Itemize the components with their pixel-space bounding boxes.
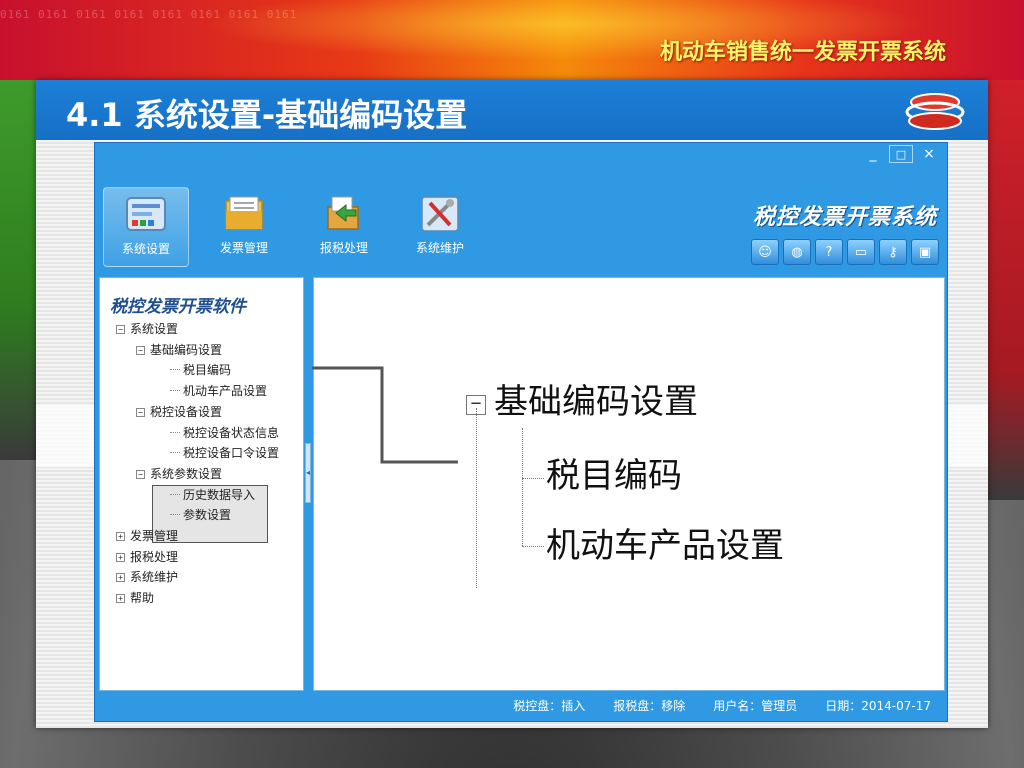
expand-icon[interactable]: + [116, 594, 125, 604]
callout-connector [312, 366, 458, 464]
settings-panel-icon [126, 197, 166, 231]
status-tax-disk: 税控盘：插入 [513, 698, 586, 713]
company-logo-icon [905, 93, 965, 130]
tree-node[interactable]: 历史数据导入 [170, 487, 255, 503]
zoom-child-node: 税目编码 [546, 456, 682, 496]
tree-node[interactable]: + 系统维护 [116, 569, 178, 585]
tree-connector [170, 493, 180, 495]
tree-node-label: 税控设备口令设置 [183, 446, 280, 461]
window-icon[interactable]: ▭ [847, 239, 875, 265]
tax-report-icon [327, 196, 359, 230]
tree-node[interactable]: 参数设置 [170, 507, 231, 523]
tree-node[interactable]: 税控设备状态信息 [170, 425, 279, 441]
sidebar-title: 税控发票开票软件 [110, 297, 246, 317]
status-report-disk: 报税盘：移除 [613, 698, 686, 713]
toolbar-invoice-management[interactable]: 发票管理 [201, 187, 287, 267]
lock-icon[interactable]: ▣ [911, 239, 939, 265]
tree-node-label: 机动车产品设置 [183, 384, 268, 399]
tree-node-label: 系统设置 [130, 322, 179, 336]
zoom-tree-line [522, 428, 523, 546]
right-accent-bar [988, 80, 1024, 500]
brand-title: 税控发票开票系统 [752, 205, 937, 230]
tree-node-label: 系统维护 [130, 570, 179, 585]
tree-node[interactable]: − 系统设置 [116, 321, 178, 337]
window-controls: _ □ × [861, 145, 941, 163]
expand-icon[interactable]: + [116, 573, 125, 583]
toolbar-tax-reporting[interactable]: 报税处理 [301, 187, 387, 267]
key-icon[interactable]: ⚷ [879, 239, 907, 265]
tree-node[interactable]: 税目编码 [170, 362, 231, 378]
collapse-icon[interactable]: − [116, 325, 125, 334]
tree-node[interactable]: − 系统参数设置 [136, 466, 222, 482]
toolbar-label: 系统设置 [121, 242, 170, 256]
tree-connector [170, 431, 180, 433]
maximize-button[interactable]: □ [889, 145, 913, 163]
tree-connector [170, 369, 180, 371]
expand-icon[interactable]: + [116, 532, 125, 541]
minimize-button[interactable]: _ [861, 145, 885, 163]
tools-icon [421, 196, 459, 232]
toolbar-system-settings[interactable]: 系统设置 [103, 187, 189, 267]
tree-node[interactable]: 机动车产品设置 [170, 383, 267, 399]
zoom-tree-line [522, 546, 544, 547]
status-user: 用户名：管理员 [713, 698, 798, 713]
tree-node-label: 发票管理 [130, 529, 179, 543]
zoomed-tree-callout: − 基础编码设置 税目编码 机动车产品设置 [460, 376, 784, 588]
status-date: 日期：2014-07-17 [825, 698, 931, 713]
tree-node-label: 参数设置 [183, 508, 232, 523]
collapse-icon[interactable]: − [136, 469, 145, 479]
slide-heading: 4.1 系统设置-基础编码设置 [66, 96, 468, 134]
expand-icon[interactable]: + [116, 552, 125, 562]
quick-icon-bar: ☺ ◍ ? ▭ ⚷ ▣ [751, 239, 939, 265]
toolbar-label: 系统维护 [415, 241, 464, 255]
collapse-icon[interactable]: − [136, 345, 145, 355]
zoom-root-node: − 基础编码设置 [466, 382, 698, 422]
zoom-root-label: 基础编码设置 [494, 382, 698, 422]
tree-node-label: 历史数据导入 [183, 487, 256, 502]
tree-node-label: 帮助 [130, 591, 155, 606]
tree-node[interactable]: − 税控设备设置 [136, 404, 222, 420]
banner-digits: 0161 0161 0161 0161 0161 0161 0161 0161 [0, 8, 298, 21]
tree-node-label: 报税处理 [130, 549, 179, 564]
collapse-icon: − [466, 395, 486, 415]
panel-header: 4.1 系统设置-基础编码设置 [36, 80, 988, 140]
tree-node[interactable]: + 发票管理 [116, 528, 178, 544]
zoom-tree-line [522, 478, 544, 479]
zoom-tree-line [476, 408, 477, 588]
toolbar-label: 发票管理 [219, 241, 268, 255]
collapse-icon[interactable]: − [136, 407, 145, 417]
left-accent-bar [0, 80, 36, 460]
tree-node-label: 税目编码 [183, 363, 232, 378]
tree-node[interactable]: 税控设备口令设置 [170, 445, 279, 461]
tree-node-label: 基础编码设置 [150, 342, 223, 357]
close-button[interactable]: × [917, 145, 941, 163]
tree-node[interactable]: + 帮助 [116, 590, 154, 606]
toolbar-system-maintenance[interactable]: 系统维护 [397, 187, 483, 267]
folder-icon [225, 196, 263, 230]
app-title: 机动车销售统一发票开票系统 [659, 40, 946, 65]
tree-connector [170, 452, 180, 454]
user-icon[interactable]: ☺ [751, 239, 779, 265]
help-icon[interactable]: ? [815, 239, 843, 265]
tree-node[interactable]: − 基础编码设置 [136, 342, 222, 358]
tree-node-label: 税控设备设置 [150, 404, 223, 419]
toolbar-label: 报税处理 [319, 241, 368, 255]
splitter-handle[interactable]: ◂ [305, 443, 311, 503]
tree-connector [170, 390, 180, 392]
status-bar: 税控盘：插入 报税盘：移除 用户名：管理员 日期：2014-07-17 [95, 689, 947, 721]
globe-icon[interactable]: ◍ [783, 239, 811, 265]
nav-tree-panel: 税控发票开票软件 [99, 277, 304, 691]
tree-connector [170, 514, 180, 516]
tree-node-label: 系统参数设置 [150, 466, 223, 481]
tree-node-label: 税控设备状态信息 [183, 425, 280, 440]
zoom-child-node: 机动车产品设置 [546, 526, 784, 566]
tree-node[interactable]: + 报税处理 [116, 549, 178, 565]
